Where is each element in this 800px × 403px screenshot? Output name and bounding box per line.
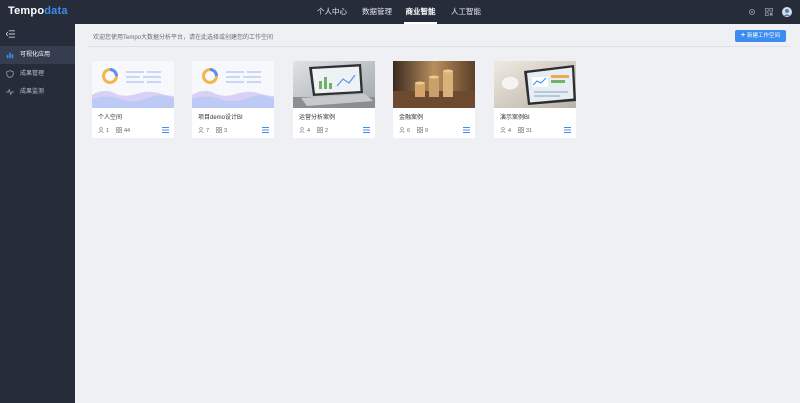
card-title: 运营分析案例 bbox=[299, 115, 336, 121]
sidebar: 可视化应用 成果管理 成果监测 bbox=[0, 24, 75, 403]
grid-icon bbox=[216, 127, 222, 133]
qr-code-icon[interactable] bbox=[765, 8, 773, 16]
card-title: 金融案例 bbox=[399, 115, 424, 121]
sidebar-item-label: 可视化应用 bbox=[20, 52, 51, 58]
user-icon bbox=[399, 127, 405, 134]
item-count: 9 bbox=[417, 127, 428, 134]
grid-icon bbox=[116, 127, 122, 133]
collapse-menu-icon[interactable] bbox=[6, 30, 15, 38]
member-count: 4 bbox=[299, 127, 310, 134]
user-icon bbox=[198, 127, 204, 134]
nav-artificial-intelligence[interactable]: 人工智能 bbox=[445, 0, 487, 24]
coins-photo-thumbnail bbox=[393, 61, 475, 108]
card-menu-icon[interactable] bbox=[363, 127, 370, 133]
new-workspace-label: 新建工作空间 bbox=[747, 33, 781, 39]
member-count-value: 4 bbox=[307, 128, 311, 134]
sidebar-item-results-monitoring[interactable]: 成果监测 bbox=[0, 83, 75, 101]
item-count-value: 9 bbox=[425, 128, 429, 134]
user-avatar[interactable] bbox=[782, 7, 792, 17]
item-count: 2 bbox=[317, 127, 328, 134]
sidebar-item-results-management[interactable]: 成果管理 bbox=[0, 65, 75, 83]
grid-icon bbox=[518, 127, 524, 133]
member-count: 4 bbox=[500, 127, 511, 134]
item-count: 3 bbox=[216, 127, 227, 134]
app-logo[interactable]: Tempodata bbox=[8, 5, 68, 17]
card-menu-icon[interactable] bbox=[162, 127, 169, 133]
member-count-value: 6 bbox=[407, 128, 411, 134]
workspace-card[interactable]: 演示案例BI 4 31 bbox=[494, 61, 576, 138]
member-count: 1 bbox=[98, 127, 109, 134]
plus-icon: + bbox=[740, 32, 746, 39]
item-count: 31 bbox=[518, 127, 532, 134]
item-count-value: 44 bbox=[124, 128, 131, 134]
sidebar-item-label: 成果管理 bbox=[20, 71, 45, 77]
nav-business-intelligence[interactable]: 商业智能 bbox=[404, 0, 437, 24]
member-count-value: 7 bbox=[206, 128, 210, 134]
bar-chart-icon bbox=[6, 52, 14, 59]
logo-text-primary: Tempo bbox=[8, 5, 45, 17]
header-divider bbox=[88, 46, 791, 47]
item-count-value: 31 bbox=[526, 128, 533, 134]
item-count-value: 2 bbox=[325, 128, 329, 134]
tablet-photo-thumbnail bbox=[494, 61, 576, 108]
welcome-text: 欢迎您使用Tempo大数据分析平台，请在此选择或创建您的工作空间 bbox=[93, 35, 274, 41]
workspace-card[interactable]: 金融案例 6 9 bbox=[393, 61, 475, 138]
workspace-card[interactable]: 项目demo设计BI 7 3 bbox=[192, 61, 274, 138]
workspace-card[interactable]: 运营分析案例 4 2 bbox=[293, 61, 375, 138]
laptop-photo-thumbnail bbox=[293, 61, 375, 108]
user-icon bbox=[299, 127, 305, 134]
card-menu-icon[interactable] bbox=[564, 127, 571, 133]
logo-text-accent: data bbox=[44, 5, 68, 17]
chart-placeholder-thumbnail bbox=[192, 61, 274, 108]
pulse-icon bbox=[6, 88, 14, 96]
grid-icon bbox=[417, 127, 423, 133]
card-menu-icon[interactable] bbox=[463, 127, 470, 133]
member-count-value: 1 bbox=[106, 128, 110, 134]
item-count: 44 bbox=[116, 127, 130, 134]
user-icon bbox=[500, 127, 506, 134]
settings-icon[interactable] bbox=[748, 8, 756, 16]
card-menu-icon[interactable] bbox=[262, 127, 269, 133]
new-workspace-button[interactable]: + 新建工作空间 bbox=[735, 30, 786, 42]
card-title: 演示案例BI bbox=[500, 115, 530, 121]
chart-placeholder-thumbnail bbox=[92, 61, 174, 108]
item-count-value: 3 bbox=[224, 128, 228, 134]
card-title: 个人空间 bbox=[98, 115, 123, 121]
card-title: 项目demo设计BI bbox=[198, 115, 243, 121]
nav-data-management[interactable]: 数据管理 bbox=[357, 0, 397, 24]
user-icon bbox=[98, 127, 104, 134]
member-count: 7 bbox=[198, 127, 209, 134]
sidebar-item-label: 成果监测 bbox=[20, 89, 45, 95]
member-count: 6 bbox=[399, 127, 410, 134]
member-count-value: 4 bbox=[508, 128, 512, 134]
sidebar-item-visual-apps[interactable]: 可视化应用 bbox=[0, 46, 75, 64]
shield-icon bbox=[6, 70, 14, 78]
workspace-card[interactable]: 个人空间 1 44 bbox=[92, 61, 174, 138]
nav-personal-center[interactable]: 个人中心 bbox=[312, 0, 352, 24]
top-bar: Tempodata 个人中心 数据管理 商业智能 人工智能 bbox=[0, 0, 800, 24]
grid-icon bbox=[317, 127, 323, 133]
